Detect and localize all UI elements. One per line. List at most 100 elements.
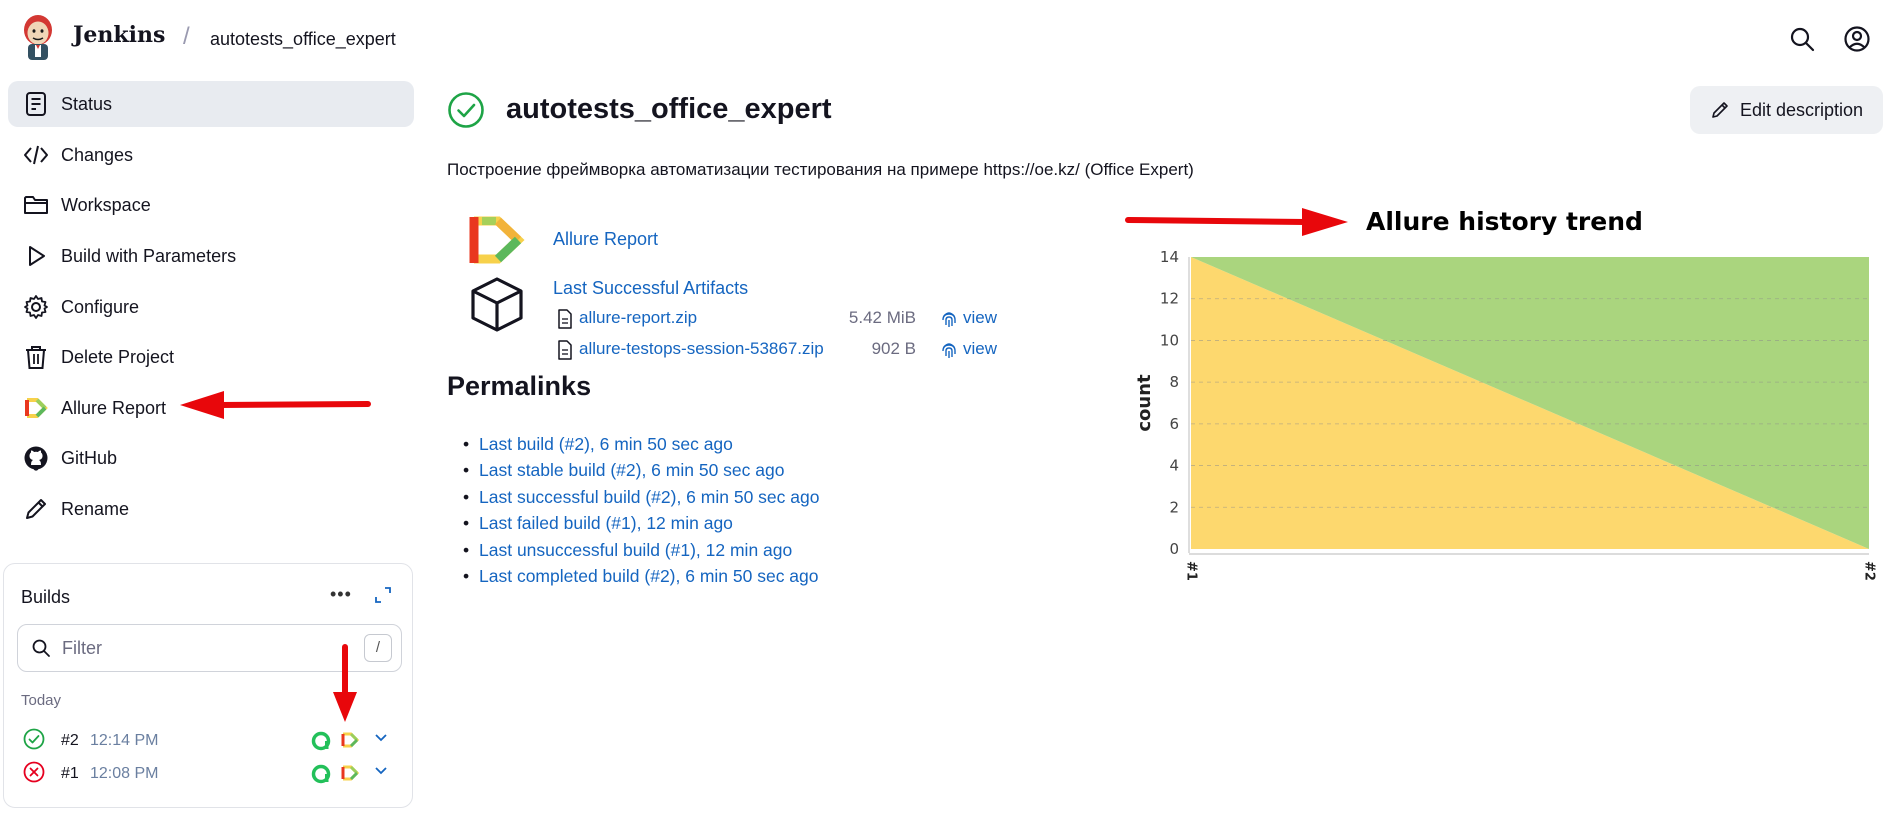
search-icon	[32, 639, 50, 657]
sidebar-item-github[interactable]: GitHub	[8, 435, 414, 481]
sidebar-item-rename[interactable]: Rename	[8, 486, 414, 532]
permalink[interactable]: Last failed build (#1), 12 min ago	[479, 513, 733, 533]
builds-filter[interactable]: /	[17, 624, 402, 672]
sidebar-item-status[interactable]: Status	[8, 81, 414, 127]
permalink[interactable]: Last successful build (#2), 6 min 50 sec…	[479, 487, 819, 507]
sidebar-item-label: Configure	[61, 296, 140, 317]
chart-y-tick-label: 4	[1169, 457, 1179, 475]
folder-icon	[24, 196, 48, 214]
gear-icon	[24, 295, 48, 319]
status-icon	[26, 92, 46, 116]
build-row[interactable]: #2 12:14 PM	[18, 723, 398, 757]
filter-input[interactable]	[62, 635, 312, 661]
more-options-icon[interactable]: •••	[330, 584, 352, 605]
fingerprint-icon[interactable]	[940, 310, 958, 328]
chart-y-axis-label: count	[1134, 374, 1155, 432]
edit-description-button[interactable]: Edit description	[1690, 86, 1883, 134]
trash-icon	[26, 346, 46, 369]
file-icon	[558, 340, 572, 360]
success-status-icon	[448, 92, 484, 128]
fingerprint-icon[interactable]	[940, 341, 958, 359]
sidebar-item-label: Build with Parameters	[61, 245, 237, 266]
pencil-icon	[1712, 102, 1728, 118]
sidebar-item-configure[interactable]: Configure	[8, 284, 414, 330]
builds-title: Builds	[21, 587, 71, 607]
chart-y-tick-label: 14	[1160, 248, 1179, 266]
list-item: Last unsuccessful build (#1), 12 min ago	[463, 540, 819, 566]
edit-description-label: Edit description	[1740, 100, 1864, 120]
build-number[interactable]: #2	[61, 732, 79, 750]
permalink[interactable]: Last stable build (#2), 6 min 50 sec ago	[479, 460, 784, 480]
sidebar-item-label: Changes	[61, 144, 134, 165]
allure-testops-icon[interactable]	[310, 763, 332, 785]
permalinks-heading: Permalinks	[447, 371, 592, 401]
brand-name[interactable]: Jenkins	[73, 22, 165, 48]
artifact-size: 5.42 MiB	[848, 308, 916, 327]
chart-x-tick-label: #2	[1862, 561, 1877, 581]
page-title: autotests_office_expert	[506, 93, 832, 125]
allure-report-icon[interactable]	[340, 763, 360, 783]
breadcrumb-project[interactable]: autotests_office_expert	[210, 29, 396, 50]
sidebar-item-label: Delete Project	[61, 346, 175, 367]
filter-shortcut-key: /	[364, 634, 392, 662]
allure-report-icon[interactable]	[340, 730, 360, 750]
success-status-icon	[23, 728, 45, 750]
sidebar-item-changes[interactable]: Changes	[8, 132, 414, 178]
builds-panel: Builds ••• / Today #2 12:14 PM	[3, 563, 413, 808]
pencil-icon	[26, 499, 46, 519]
github-icon	[24, 446, 48, 471]
allure-history-trend-chart[interactable]: 0 2 4 6 8 10 12 14 #1 #2 count	[1125, 240, 1890, 585]
header: Jenkins / autotests_office_expert	[0, 0, 1890, 78]
play-icon	[29, 246, 45, 266]
build-time[interactable]: 12:14 PM	[90, 732, 158, 750]
sidebar-item-workspace[interactable]: Workspace	[8, 182, 414, 228]
chart-x-tick-label: #1	[1184, 561, 1199, 581]
chart-y-tick-label: 10	[1160, 331, 1179, 349]
chart-title: Allure history trend	[1366, 207, 1643, 236]
chart-y-tick-label: 2	[1169, 498, 1179, 516]
search-icon[interactable]	[1789, 26, 1815, 52]
failed-status-icon	[23, 761, 45, 783]
list-item: Last stable build (#2), 6 min 50 sec ago	[463, 460, 819, 486]
sidebar-item-label: Status	[61, 93, 113, 114]
build-time[interactable]: 12:08 PM	[90, 765, 158, 783]
sidebar-item-label: Allure Report	[61, 397, 167, 418]
allure-report-link[interactable]: Allure Report	[553, 229, 658, 250]
permalink[interactable]: Last completed build (#2), 6 min 50 sec …	[479, 566, 819, 586]
sidebar-item-delete-project[interactable]: Delete Project	[8, 334, 414, 380]
permalink[interactable]: Last unsuccessful build (#1), 12 min ago	[479, 540, 792, 560]
list-item: Last completed build (#2), 6 min 50 sec …	[463, 566, 819, 592]
breadcrumb-separator: /	[183, 23, 190, 50]
builds-group-label: Today	[21, 692, 62, 709]
chevron-down-icon[interactable]	[374, 764, 388, 778]
artifact-link[interactable]: allure-testops-session-53867.zip	[579, 339, 824, 359]
user-icon[interactable]	[1844, 26, 1870, 52]
allure-icon	[25, 398, 48, 418]
sidebar-item-label: GitHub	[61, 447, 118, 468]
artifact-view-link[interactable]: view	[963, 339, 997, 359]
chart-y-tick-label: 6	[1169, 415, 1179, 433]
artifact-size: 902 B	[871, 339, 916, 358]
chart-y-tick-label: 0	[1169, 540, 1179, 558]
sidebar-item-build-with-parameters[interactable]: Build with Parameters	[8, 233, 414, 279]
build-row[interactable]: #1 12:08 PM	[18, 756, 398, 790]
allure-report-icon[interactable]	[468, 214, 526, 266]
expand-icon[interactable]	[374, 586, 392, 604]
jenkins-logo[interactable]	[20, 14, 56, 62]
list-item: Last build (#2), 6 min 50 sec ago	[463, 434, 819, 460]
chart-y-tick-label: 12	[1160, 290, 1179, 308]
chart-y-tick-label: 8	[1169, 373, 1179, 391]
chevron-down-icon[interactable]	[374, 731, 388, 745]
last-successful-artifacts-link[interactable]: Last Successful Artifacts	[553, 278, 748, 299]
build-number[interactable]: #1	[61, 765, 79, 783]
red-arrow-chart	[1125, 208, 1348, 236]
artifact-link[interactable]: allure-report.zip	[579, 308, 697, 328]
project-description: Построение фреймворка автоматизации тест…	[447, 160, 1194, 179]
artifact-view-link[interactable]: view	[963, 308, 997, 328]
sidebar-item-label: Rename	[61, 498, 130, 519]
allure-testops-icon[interactable]	[310, 730, 332, 752]
sidebar-item-label: Workspace	[61, 194, 151, 215]
list-item: Last failed build (#1), 12 min ago	[463, 513, 819, 539]
sidebar-item-allure-report[interactable]: Allure Report	[8, 385, 414, 431]
permalink[interactable]: Last build (#2), 6 min 50 sec ago	[479, 434, 733, 454]
